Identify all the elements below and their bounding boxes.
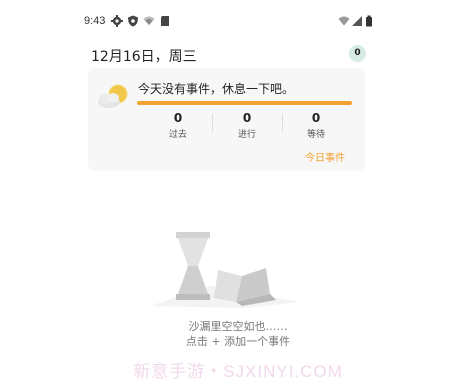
stat-waiting-label: 等待 (306, 130, 325, 140)
stat-ongoing: 0 进行 (217, 111, 277, 140)
stat-ongoing-label: 进行 (237, 130, 256, 140)
event-count-badge[interactable]: 0 (349, 45, 366, 62)
partly-cloudy-icon (98, 84, 128, 108)
stat-divider (212, 114, 213, 132)
stat-past-label: 过去 (168, 130, 187, 140)
stat-past-value: 0 (173, 111, 183, 125)
gear-icon (111, 15, 123, 27)
day-progress-bar (137, 101, 352, 105)
page-title: 12月16日，周三 (91, 49, 197, 65)
empty-state-hint: 点击 + 添加一个事件 (185, 335, 291, 348)
no-events-message: 今天没有事件，休息一下吧。 (138, 82, 295, 96)
day-progress-fill (137, 101, 352, 105)
watermark: 新意手游・SJXINYI.COM (133, 362, 343, 381)
status-bar: 9:43 (0, 0, 476, 40)
battery-icon (366, 15, 372, 27)
stat-waiting: 0 等待 (286, 111, 346, 140)
wifi-icon (338, 16, 350, 26)
stat-waiting-value: 0 (311, 111, 321, 125)
sd-card-icon (161, 16, 169, 26)
status-time: 9:43 (84, 15, 106, 27)
today-events-link[interactable]: 今日事件 (305, 149, 345, 164)
empty-state-title: 沙漏里空空如也…… (188, 320, 288, 333)
wifi-off-icon (143, 16, 155, 26)
hourglass-illustration (150, 232, 300, 308)
signal-icon (352, 16, 362, 26)
shield-icon (128, 15, 138, 27)
stat-divider (282, 114, 283, 132)
stat-past: 0 过去 (148, 111, 208, 140)
stat-ongoing-value: 0 (242, 111, 252, 125)
